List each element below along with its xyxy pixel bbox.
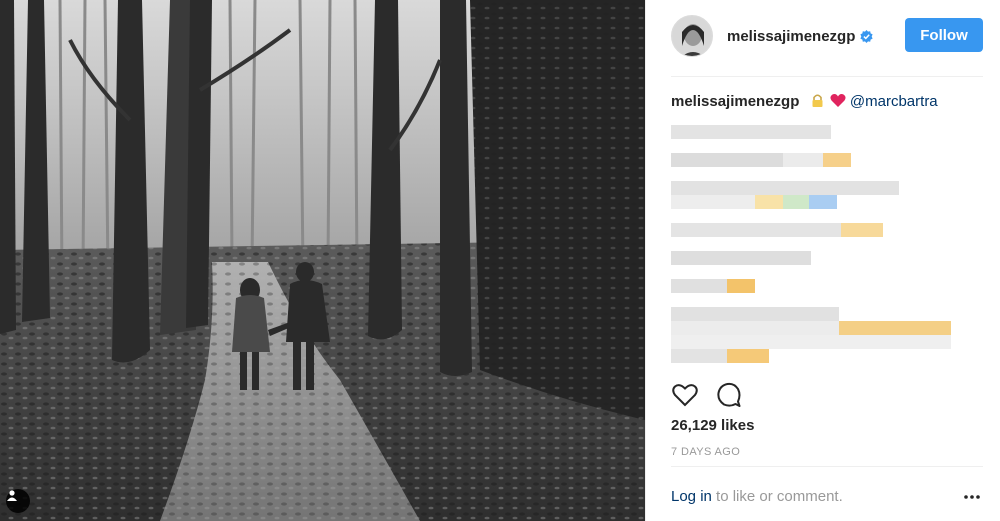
- login-prompt: Log in to like or comment.: [671, 488, 843, 505]
- post-timestamp[interactable]: 7 DAYS AGO: [671, 446, 740, 458]
- person-tag-icon: [7, 490, 17, 501]
- lock-emoji-icon: [812, 94, 823, 107]
- follow-button[interactable]: Follow: [905, 18, 983, 52]
- comment-button[interactable]: [715, 381, 743, 409]
- caption: melissajimenezgp @marcbartra: [671, 92, 983, 112]
- ellipsis-icon[interactable]: [962, 490, 982, 504]
- post-photo[interactable]: [0, 0, 645, 521]
- verified-badge-icon: [860, 29, 873, 43]
- login-link[interactable]: Log in: [671, 488, 712, 505]
- caption-author-link[interactable]: melissajimenezgp: [671, 93, 799, 110]
- post-actions: [671, 381, 759, 409]
- pixelated-caption-text: [671, 122, 983, 372]
- profile-photo: [672, 16, 712, 56]
- caption-mention-link[interactable]: @marcbartra: [850, 93, 938, 110]
- like-count[interactable]: 26,129 likes: [671, 417, 754, 434]
- login-prompt-text: to like or comment.: [711, 488, 843, 505]
- post-header: melissajimenezgp Follow: [671, 14, 983, 58]
- avatar[interactable]: [671, 15, 713, 57]
- header-divider: [671, 76, 983, 77]
- footer-divider: [671, 466, 983, 467]
- username-link[interactable]: melissajimenezgp: [727, 28, 855, 45]
- post-side-panel: melissajimenezgp Follow melissajimenezgp…: [645, 0, 1000, 521]
- tagged-people-button[interactable]: [6, 489, 30, 513]
- forest-photo-image: [0, 0, 645, 521]
- speech-bubble-icon: [717, 382, 741, 407]
- red-heart-emoji-icon: [830, 94, 846, 107]
- like-button[interactable]: [671, 381, 699, 409]
- heart-outline-icon: [672, 384, 698, 407]
